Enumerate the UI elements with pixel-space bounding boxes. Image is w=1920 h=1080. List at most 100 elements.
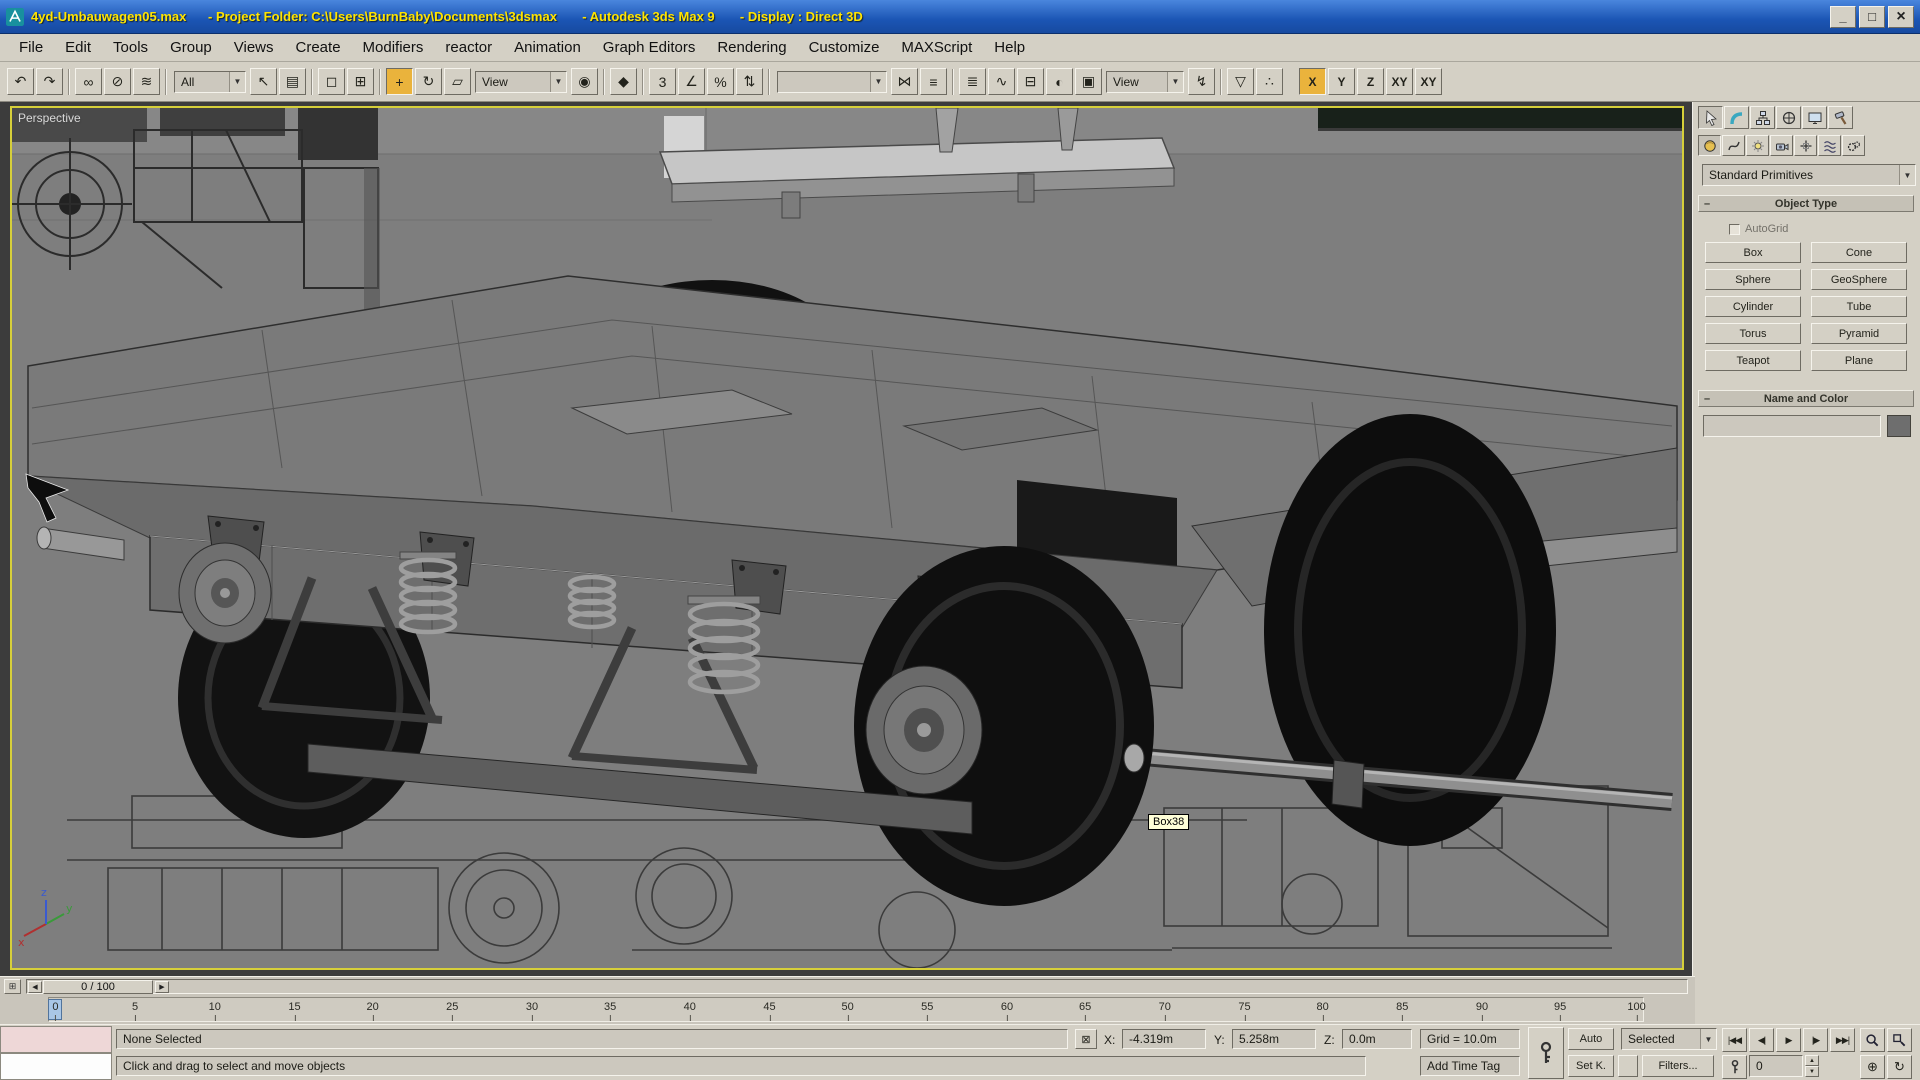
unlink-button[interactable]: ⊘ bbox=[104, 68, 131, 95]
subtab-cameras[interactable] bbox=[1770, 135, 1793, 156]
spinner-snap-button[interactable]: ⇅ bbox=[736, 68, 763, 95]
time-slider-track[interactable]: ◀ 0 / 100 ▶ bbox=[26, 979, 1688, 994]
y-coord-field[interactable]: 5.258m bbox=[1232, 1029, 1316, 1049]
pyramid-button[interactable]: Pyramid bbox=[1811, 323, 1907, 344]
open-mini-curve-editor-button[interactable]: ⊞ bbox=[4, 979, 21, 994]
torus-button[interactable]: Torus bbox=[1705, 323, 1801, 344]
menu-reactor[interactable]: reactor bbox=[434, 36, 503, 59]
reference-coord-system-dropdown[interactable]: View ▼ bbox=[475, 71, 567, 93]
mirror-button[interactable]: ⋈ bbox=[891, 68, 918, 95]
primitives-category-dropdown[interactable]: Standard Primitives ▼ bbox=[1702, 164, 1916, 186]
reactor-button[interactable]: ∴ bbox=[1256, 68, 1283, 95]
next-frame-button[interactable]: |▶ bbox=[1803, 1028, 1828, 1052]
menu-maxscript[interactable]: MAXScript bbox=[890, 36, 983, 59]
maxscript-mini-listener-macro[interactable] bbox=[0, 1026, 112, 1053]
tab-hierarchy[interactable] bbox=[1750, 106, 1775, 129]
tab-modify[interactable] bbox=[1724, 106, 1749, 129]
subtab-spacewarps[interactable] bbox=[1818, 135, 1841, 156]
bind-spacewarp-button[interactable]: ≋ bbox=[133, 68, 160, 95]
rectangular-region-button[interactable]: ◻ bbox=[318, 68, 345, 95]
zoom-button[interactable] bbox=[1860, 1028, 1885, 1052]
menu-customize[interactable]: Customize bbox=[798, 36, 891, 59]
subtab-helpers[interactable] bbox=[1794, 135, 1817, 156]
axis-z-button[interactable]: Z bbox=[1357, 68, 1384, 95]
tab-motion[interactable] bbox=[1776, 106, 1801, 129]
render-last-button[interactable]: ▽ bbox=[1227, 68, 1254, 95]
menu-create[interactable]: Create bbox=[285, 36, 352, 59]
time-slider-handle[interactable]: 0 / 100 bbox=[43, 980, 153, 994]
object-type-rollout[interactable]: – Object Type bbox=[1698, 195, 1914, 212]
key-mode-dropdown[interactable]: Selected ▼ bbox=[1621, 1028, 1717, 1050]
select-and-manipulate-button[interactable]: ◆ bbox=[610, 68, 637, 95]
key-mode-toggle-button[interactable] bbox=[1722, 1055, 1747, 1079]
current-frame-field[interactable]: 0 bbox=[1749, 1055, 1803, 1077]
menu-modifiers[interactable]: Modifiers bbox=[352, 36, 435, 59]
viewport-label[interactable]: Perspective bbox=[18, 111, 81, 125]
curve-editor-button[interactable]: ∿ bbox=[988, 68, 1015, 95]
geosphere-button[interactable]: GeoSphere bbox=[1811, 269, 1907, 290]
maxscript-mini-listener[interactable] bbox=[0, 1053, 112, 1080]
undo-button[interactable]: ↶ bbox=[7, 68, 34, 95]
render-type-dropdown[interactable]: View ▼ bbox=[1106, 71, 1184, 93]
zoom-extents-button[interactable] bbox=[1887, 1028, 1912, 1052]
perspective-viewport[interactable]: Perspective Box38 bbox=[10, 106, 1684, 970]
menu-graph-editors[interactable]: Graph Editors bbox=[592, 36, 707, 59]
render-scene-button[interactable]: ▣ bbox=[1075, 68, 1102, 95]
maximize-button[interactable]: □ bbox=[1859, 6, 1885, 28]
menu-views[interactable]: Views bbox=[223, 36, 285, 59]
set-key-button[interactable]: Set K. bbox=[1568, 1055, 1614, 1077]
tab-create[interactable] bbox=[1698, 106, 1723, 129]
go-to-start-button[interactable]: |◀◀ bbox=[1722, 1028, 1747, 1052]
select-link-button[interactable]: ∞ bbox=[75, 68, 102, 95]
redo-button[interactable]: ↷ bbox=[36, 68, 63, 95]
material-editor-button[interactable]: ◐ bbox=[1046, 68, 1073, 95]
menu-file[interactable]: File bbox=[8, 36, 54, 59]
teapot-button[interactable]: Teapot bbox=[1705, 350, 1801, 371]
set-keys-button[interactable] bbox=[1528, 1027, 1564, 1079]
selection-lock-toggle[interactable]: ⊠ bbox=[1075, 1029, 1097, 1049]
selection-filter-dropdown[interactable]: All ▼ bbox=[174, 71, 246, 93]
object-color-swatch[interactable] bbox=[1887, 415, 1911, 437]
window-crossing-button[interactable]: ⊞ bbox=[347, 68, 374, 95]
go-to-end-button[interactable]: ▶▶| bbox=[1830, 1028, 1855, 1052]
axis-x-button[interactable]: X bbox=[1299, 68, 1326, 95]
auto-key-button[interactable]: Auto bbox=[1568, 1028, 1614, 1050]
named-selection-sets-dropdown[interactable]: ▼ bbox=[777, 71, 887, 93]
use-pivot-center-button[interactable]: ◉ bbox=[571, 68, 598, 95]
close-button[interactable]: × bbox=[1888, 6, 1914, 28]
quick-render-button[interactable]: ↯ bbox=[1188, 68, 1215, 95]
select-and-rotate-button[interactable]: ↻ bbox=[415, 68, 442, 95]
percent-snap-button[interactable]: % bbox=[707, 68, 734, 95]
select-and-move-button[interactable]: + bbox=[386, 68, 413, 95]
subtab-lights[interactable] bbox=[1746, 135, 1769, 156]
viewport-canvas[interactable]: x y z bbox=[12, 108, 1682, 968]
autogrid-checkbox[interactable] bbox=[1729, 224, 1740, 235]
menu-tools[interactable]: Tools bbox=[102, 36, 159, 59]
layer-manager-button[interactable]: ≣ bbox=[959, 68, 986, 95]
menu-rendering[interactable]: Rendering bbox=[706, 36, 797, 59]
menu-animation[interactable]: Animation bbox=[503, 36, 592, 59]
object-name-input[interactable] bbox=[1703, 415, 1881, 437]
plane-button[interactable]: Plane bbox=[1811, 350, 1907, 371]
select-object-button[interactable]: ↖ bbox=[250, 68, 277, 95]
arc-rotate-button[interactable]: ↻ bbox=[1887, 1055, 1912, 1079]
menu-edit[interactable]: Edit bbox=[54, 36, 102, 59]
name-and-color-rollout[interactable]: – Name and Color bbox=[1698, 390, 1914, 407]
tab-display[interactable] bbox=[1802, 106, 1827, 129]
snap-toggle-button[interactable]: 3 bbox=[649, 68, 676, 95]
time-slider-next-arrow[interactable]: ▶ bbox=[155, 981, 169, 993]
align-button[interactable]: ≡ bbox=[920, 68, 947, 95]
z-coord-field[interactable]: 0.0m bbox=[1342, 1029, 1412, 1049]
select-and-scale-button[interactable]: ▱ bbox=[444, 68, 471, 95]
menu-group[interactable]: Group bbox=[159, 36, 223, 59]
cone-button[interactable]: Cone bbox=[1811, 242, 1907, 263]
key-filters-button[interactable]: Filters... bbox=[1642, 1055, 1714, 1077]
angle-snap-button[interactable]: ∠ bbox=[678, 68, 705, 95]
box-button[interactable]: Box bbox=[1705, 242, 1801, 263]
x-coord-field[interactable]: -4.319m bbox=[1122, 1029, 1206, 1049]
previous-frame-button[interactable]: ◀| bbox=[1749, 1028, 1774, 1052]
axis-y-button[interactable]: Y bbox=[1328, 68, 1355, 95]
add-time-tag-field[interactable]: Add Time Tag bbox=[1420, 1056, 1520, 1076]
axis-xy-button[interactable]: XY bbox=[1386, 68, 1413, 95]
pan-view-button[interactable]: ⊕ bbox=[1860, 1055, 1885, 1079]
